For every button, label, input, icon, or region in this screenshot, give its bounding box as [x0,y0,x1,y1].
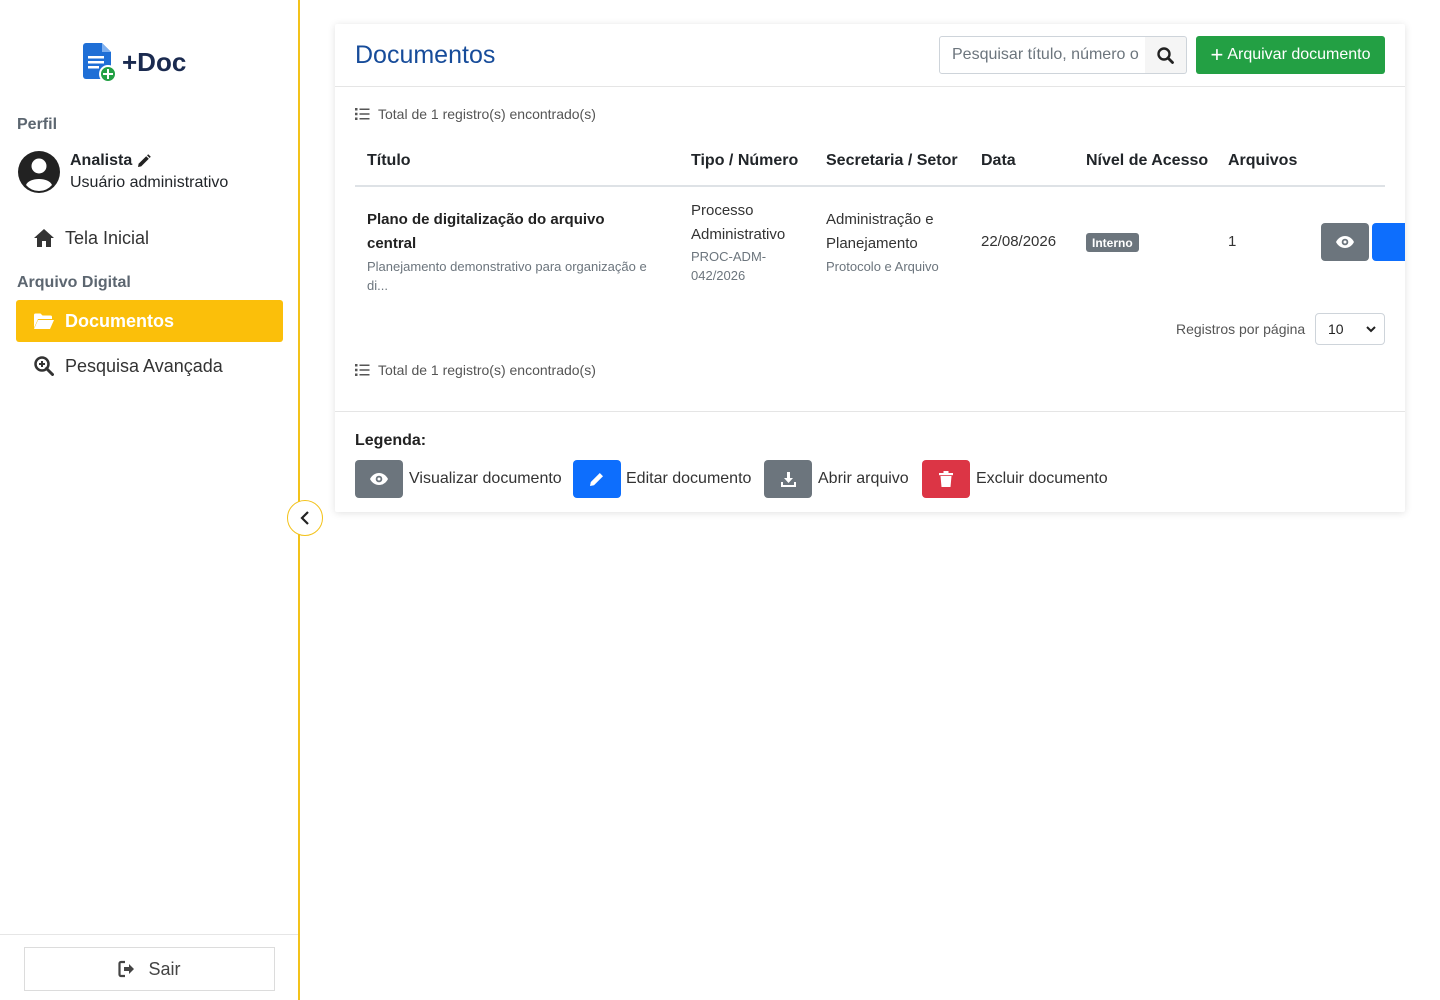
table-header-divider [355,185,1385,187]
document-number: PROC-ADM- 042/2026 [691,249,767,283]
total-records-top: Total de 1 registro(s) encontrado(s) [355,106,596,122]
legend-delete-icon-box [922,460,970,498]
add-document-button[interactable]: + Arquivar documento [1196,36,1385,74]
home-icon [33,227,55,249]
eye-icon [1336,236,1354,248]
document-description: Planejamento demonstrativo para organiza… [367,259,647,293]
legend-edit-icon-box [573,460,621,498]
documents-card: Documentos Pesquisar título, número o + … [335,24,1405,512]
brand-logo[interactable]: +Doc [80,42,186,82]
sidebar: +Doc Perfil Analista Usuário administrat… [0,0,300,1000]
search-icon [1157,46,1174,64]
logout-label: Sair [148,958,181,979]
user-role: Usuário administrativo [70,174,229,191]
document-file-count: 1 [1228,233,1237,250]
legend-delete-label: Excluir documento [976,470,1108,487]
card-header: Documentos Pesquisar título, número o + … [335,24,1405,87]
pencil-icon [590,473,603,486]
logout-button[interactable]: Sair [24,947,275,991]
document-title: Plano de digitalização do arquivo centra… [367,211,605,252]
profile-section-label: Perfil [17,116,58,133]
nav-home[interactable]: Tela Inicial [16,217,283,259]
column-header-tipo-numero[interactable]: Tipo / Número [691,152,798,170]
per-page-label: Registros por página [1176,321,1306,337]
sidebar-collapse-button[interactable] [287,500,323,536]
brand-name: +Doc [122,46,187,77]
archive-section-label: Arquivo Digital [17,274,131,291]
per-page-value: 10 [1328,321,1344,337]
document-date: 22/08/2026 [981,233,1057,250]
eye-icon [370,473,388,485]
list-icon [355,364,370,376]
edit-document-button-partial[interactable] [1372,223,1405,261]
nav-documentos[interactable]: Documentos [16,300,283,342]
page-title: Documentos [355,41,496,69]
legend-open-icon-box [764,460,812,498]
nav-pesquisa-avancada[interactable]: Pesquisa Avançada [16,345,283,387]
view-document-button[interactable] [1321,223,1369,261]
column-header-arquivos[interactable]: Arquivos [1228,152,1297,170]
column-header-titulo[interactable]: Título [367,152,411,170]
total-records-bottom: Total de 1 registro(s) encontrado(s) [355,362,596,378]
chevron-left-icon [300,511,309,525]
user-profile: Analista Usuário administrativo [17,150,228,194]
search-plus-icon [33,355,55,377]
plus-icon: + [1210,42,1224,67]
column-header-nivel-acesso[interactable]: Nível de Acesso [1086,152,1208,170]
legend-view-label: Visualizar documento [409,470,562,487]
legend-divider [335,411,1405,412]
folder-open-icon [33,310,55,332]
total-records-text: Total de 1 registro(s) encontrado(s) [378,106,596,122]
search-button[interactable] [1145,36,1187,74]
document-add-icon [83,43,117,82]
column-header-secretaria-setor[interactable]: Secretaria / Setor [826,152,958,170]
sign-out-icon [118,960,135,978]
document-type: Processo Administrativo [691,202,786,243]
per-page-select[interactable]: 10 [1315,313,1385,345]
legend-edit-label: Editar documento [626,470,752,487]
edit-profile-icon[interactable] [137,154,152,168]
list-icon [355,108,370,120]
column-header-data[interactable]: Data [981,152,1016,170]
document-sector: Protocolo e Arquivo [826,259,939,274]
download-icon [780,471,796,487]
nav-documentos-label: Documentos [65,310,175,331]
legend-title: Legenda: [355,432,427,449]
document-department: Administração e Planejamento [826,211,934,252]
legend-open-label: Abrir arquivo [818,470,909,487]
user-avatar-icon [18,151,60,193]
user-name: Analista [70,152,133,169]
legend-view-icon-box [355,460,403,498]
search-input[interactable]: Pesquisar título, número o [939,36,1146,74]
access-level-badge: Interno [1086,233,1139,252]
trash-icon [939,471,953,487]
total-records-text: Total de 1 registro(s) encontrado(s) [378,362,596,378]
chevron-down-icon [1366,325,1376,332]
add-document-label: Arquivar documento [1227,46,1371,63]
logout-area: Sair [0,934,298,1000]
nav-pesquisa-avancada-label: Pesquisa Avançada [65,355,223,376]
nav-home-label: Tela Inicial [65,227,150,248]
